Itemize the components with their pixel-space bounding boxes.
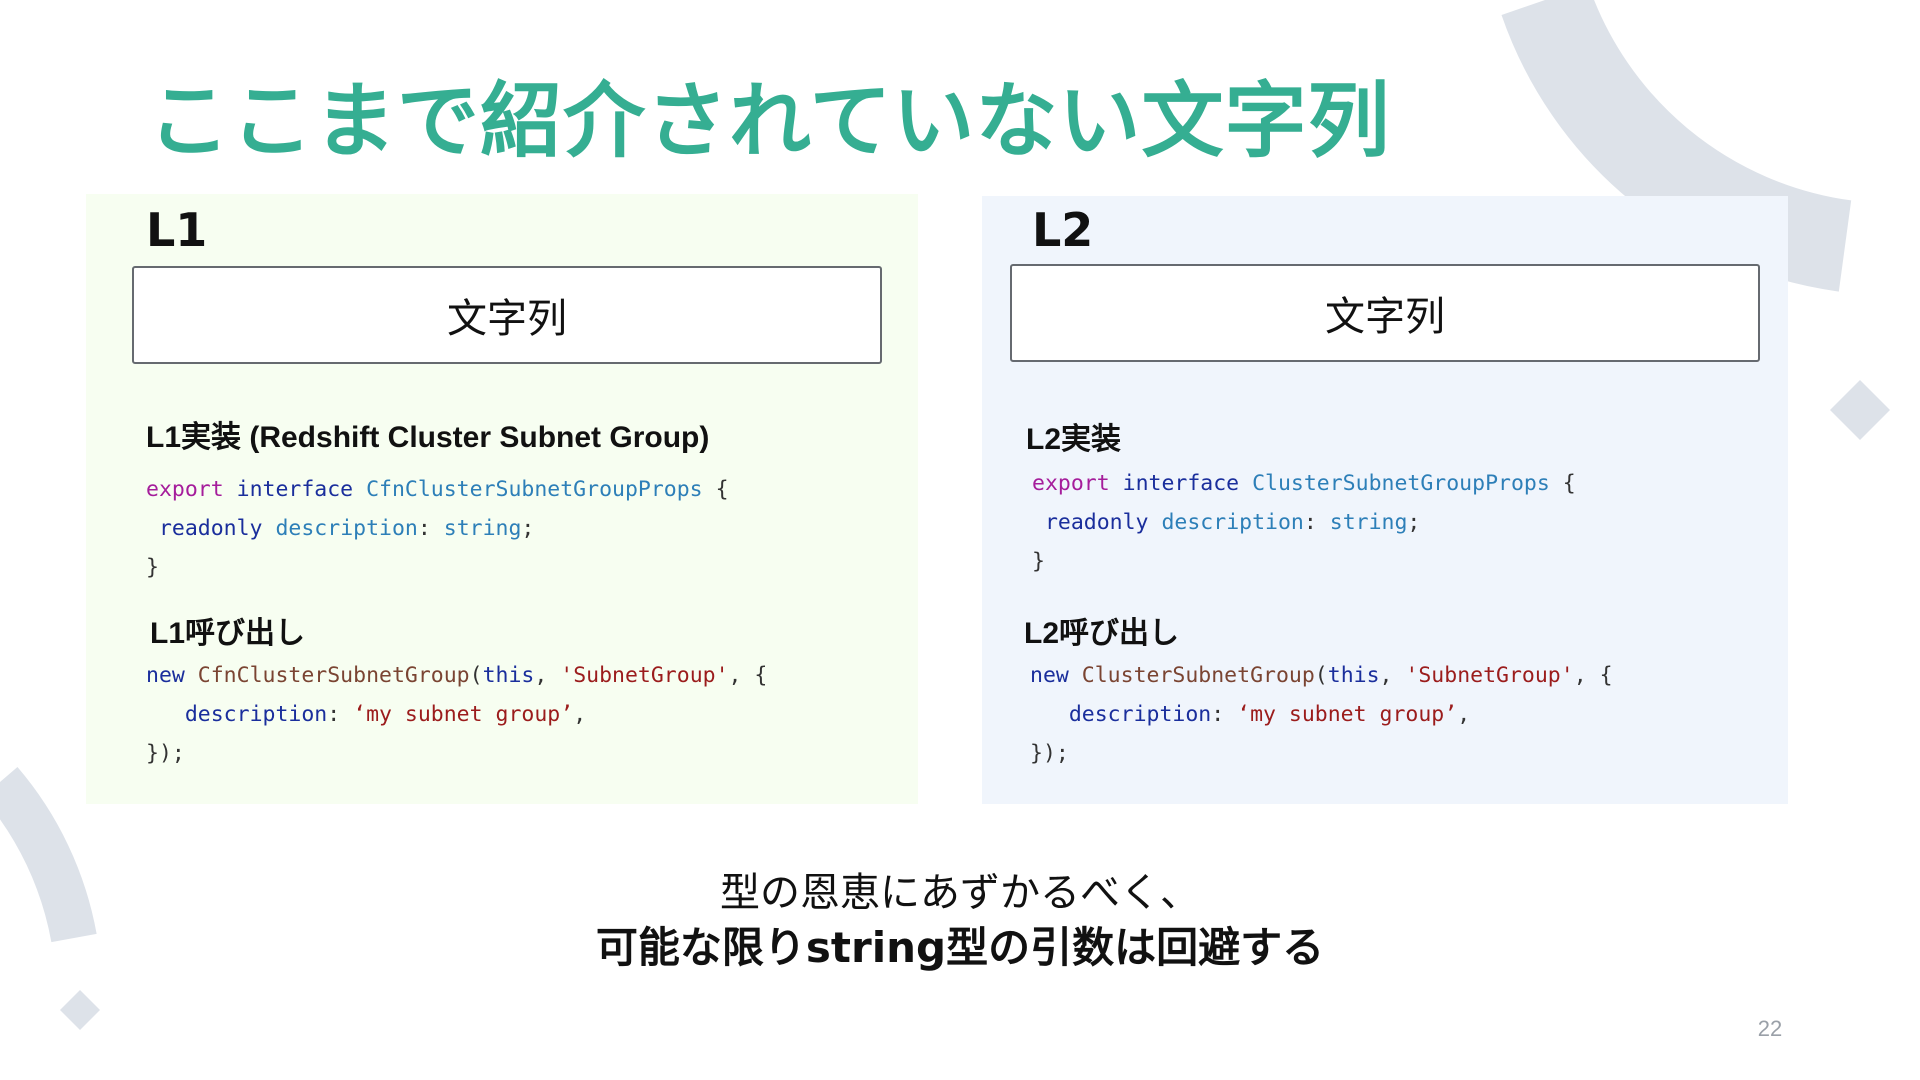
- code-punctuation: :: [327, 702, 354, 727]
- code-keyword: new: [1030, 663, 1069, 688]
- code-keyword: export: [146, 477, 224, 502]
- code-punctuation: ,: [534, 663, 561, 688]
- summary-line-1: 型の恩恵にあずかるべく、: [720, 870, 1200, 916]
- slide-title: ここまで紹介されていない文字列: [148, 74, 1391, 169]
- l1-string-box: 文字列: [132, 266, 882, 364]
- code-string: ‘my subnet group’: [1237, 702, 1458, 727]
- l1-label: L1: [146, 203, 208, 257]
- code-punctuation: });: [1030, 741, 1069, 766]
- code-keyword: this: [1327, 663, 1380, 688]
- l1-impl-heading: L1実装 (Redshift Cluster Subnet Group): [146, 421, 710, 454]
- l2-panel: L2 文字列 L2実装 export interface ClusterSubn…: [982, 196, 1788, 804]
- code-property-name: description: [1161, 510, 1304, 535]
- diamond-decoration-bottom-left: [60, 990, 100, 1030]
- l1-call-heading: L1呼び出し: [150, 617, 306, 650]
- code-punctuation: ,: [1379, 663, 1406, 688]
- code-punctuation: ;: [521, 516, 535, 541]
- code-string: 'SubnetGroup': [1405, 663, 1574, 688]
- code-punctuation: , {: [1573, 663, 1613, 688]
- code-keyword: new: [146, 663, 185, 688]
- page-number: 22: [1757, 1016, 1783, 1041]
- code-punctuation: ,: [1457, 702, 1471, 727]
- code-keyword: export: [1032, 471, 1110, 496]
- code-type: string: [1329, 510, 1408, 535]
- code-punctuation: (: [469, 663, 483, 688]
- l2-call-heading: L2呼び出し: [1024, 617, 1180, 650]
- code-punctuation: :: [1303, 510, 1330, 535]
- code-punctuation: {: [702, 477, 729, 502]
- diamond-decoration-right: [1830, 380, 1890, 440]
- code-keyword: this: [482, 663, 535, 688]
- code-punctuation: ,: [573, 702, 587, 727]
- l1-impl-code: export interface CfnClusterSubnetGroupPr…: [146, 470, 729, 587]
- code-keyword: interface: [236, 477, 354, 502]
- l2-impl-code: export interface ClusterSubnetGroupProps…: [1032, 464, 1576, 581]
- code-class-name: CfnClusterSubnetGroup: [197, 663, 470, 688]
- l1-panel: L1 文字列 L1実装 (Redshift Cluster Subnet Gro…: [86, 194, 918, 804]
- code-punctuation: }: [146, 555, 159, 580]
- code-property-name: description: [275, 516, 418, 541]
- code-class-name: ClusterSubnetGroup: [1081, 663, 1315, 688]
- code-punctuation: });: [146, 741, 185, 766]
- code-punctuation: }: [1032, 549, 1045, 574]
- code-punctuation: :: [1211, 702, 1238, 727]
- code-type: string: [443, 516, 522, 541]
- l2-string-box: 文字列: [1010, 264, 1760, 362]
- code-punctuation: (: [1314, 663, 1328, 688]
- code-punctuation: ;: [1407, 510, 1421, 535]
- code-property-name: description: [184, 702, 328, 727]
- l2-impl-heading: L2実装: [1026, 423, 1122, 456]
- code-string: 'SubnetGroup': [560, 663, 729, 688]
- code-string: ‘my subnet group’: [353, 702, 574, 727]
- code-keyword: readonly: [1044, 510, 1149, 535]
- l1-call-code: new CfnClusterSubnetGroup(this, 'SubnetG…: [146, 656, 767, 773]
- l2-call-code: new ClusterSubnetGroup(this, 'SubnetGrou…: [1030, 656, 1613, 773]
- code-keyword: readonly: [158, 516, 263, 541]
- code-type-name: ClusterSubnetGroupProps: [1252, 471, 1550, 496]
- l2-label: L2: [1032, 203, 1094, 257]
- code-punctuation: , {: [728, 663, 768, 688]
- code-punctuation: :: [417, 516, 444, 541]
- code-type-name: CfnClusterSubnetGroupProps: [366, 477, 703, 502]
- code-punctuation: {: [1549, 471, 1576, 496]
- code-property-name: description: [1068, 702, 1212, 727]
- summary-line-2: 可能な限りstring型の引数は回避する: [595, 923, 1325, 972]
- code-keyword: interface: [1122, 471, 1240, 496]
